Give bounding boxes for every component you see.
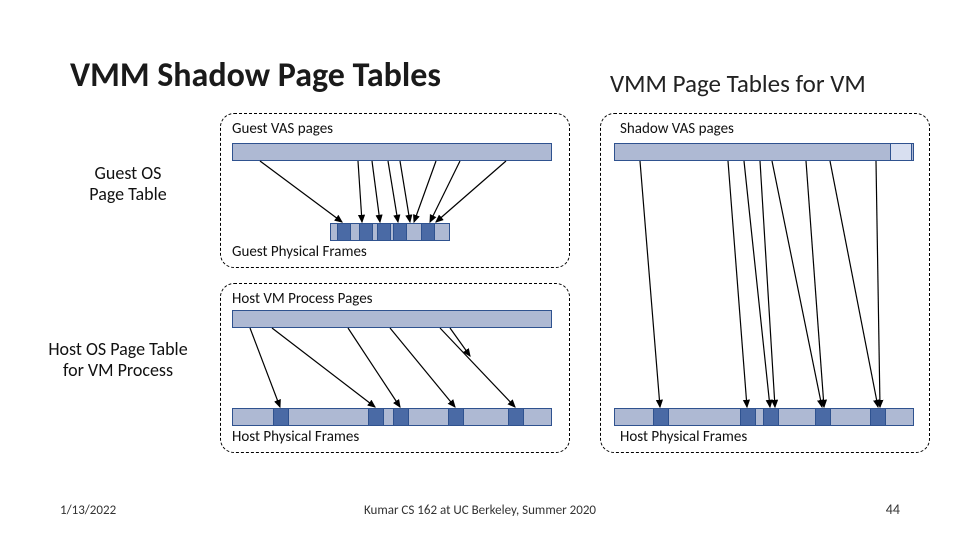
bar-guest-phys: [330, 223, 450, 241]
label-host-phys-left: Host Physical Frames: [232, 428, 359, 446]
label-shadow-vas: Shadow VAS pages: [620, 120, 734, 138]
bar-guest-vas: [232, 143, 552, 161]
box-vmm-shadow: [600, 113, 930, 453]
page-subtitle: VMM Page Tables for VM: [610, 68, 866, 99]
bar-host-phys-left: [232, 408, 552, 426]
label-host-vm-pages: Host VM Process Pages: [232, 290, 373, 308]
bar-host-phys-right: [614, 408, 914, 426]
label-guest-vas: Guest VAS pages: [232, 120, 333, 138]
footer-page-number: 44: [886, 501, 900, 518]
label-guest-os-page-table: Guest OS Page Table: [58, 163, 198, 204]
label-host-os-page-table: Host OS Page Table for VM Process: [18, 339, 218, 380]
label-host-phys-right: Host Physical Frames: [620, 428, 747, 446]
bar-host-vm-pages: [232, 310, 552, 328]
label-guest-phys: Guest Physical Frames: [232, 243, 367, 261]
page-title: VMM Shadow Page Tables: [70, 55, 441, 96]
bar-shadow-vas: [614, 143, 914, 161]
footer-center: Kumar CS 162 at UC Berkeley, Summer 2020: [0, 503, 960, 518]
